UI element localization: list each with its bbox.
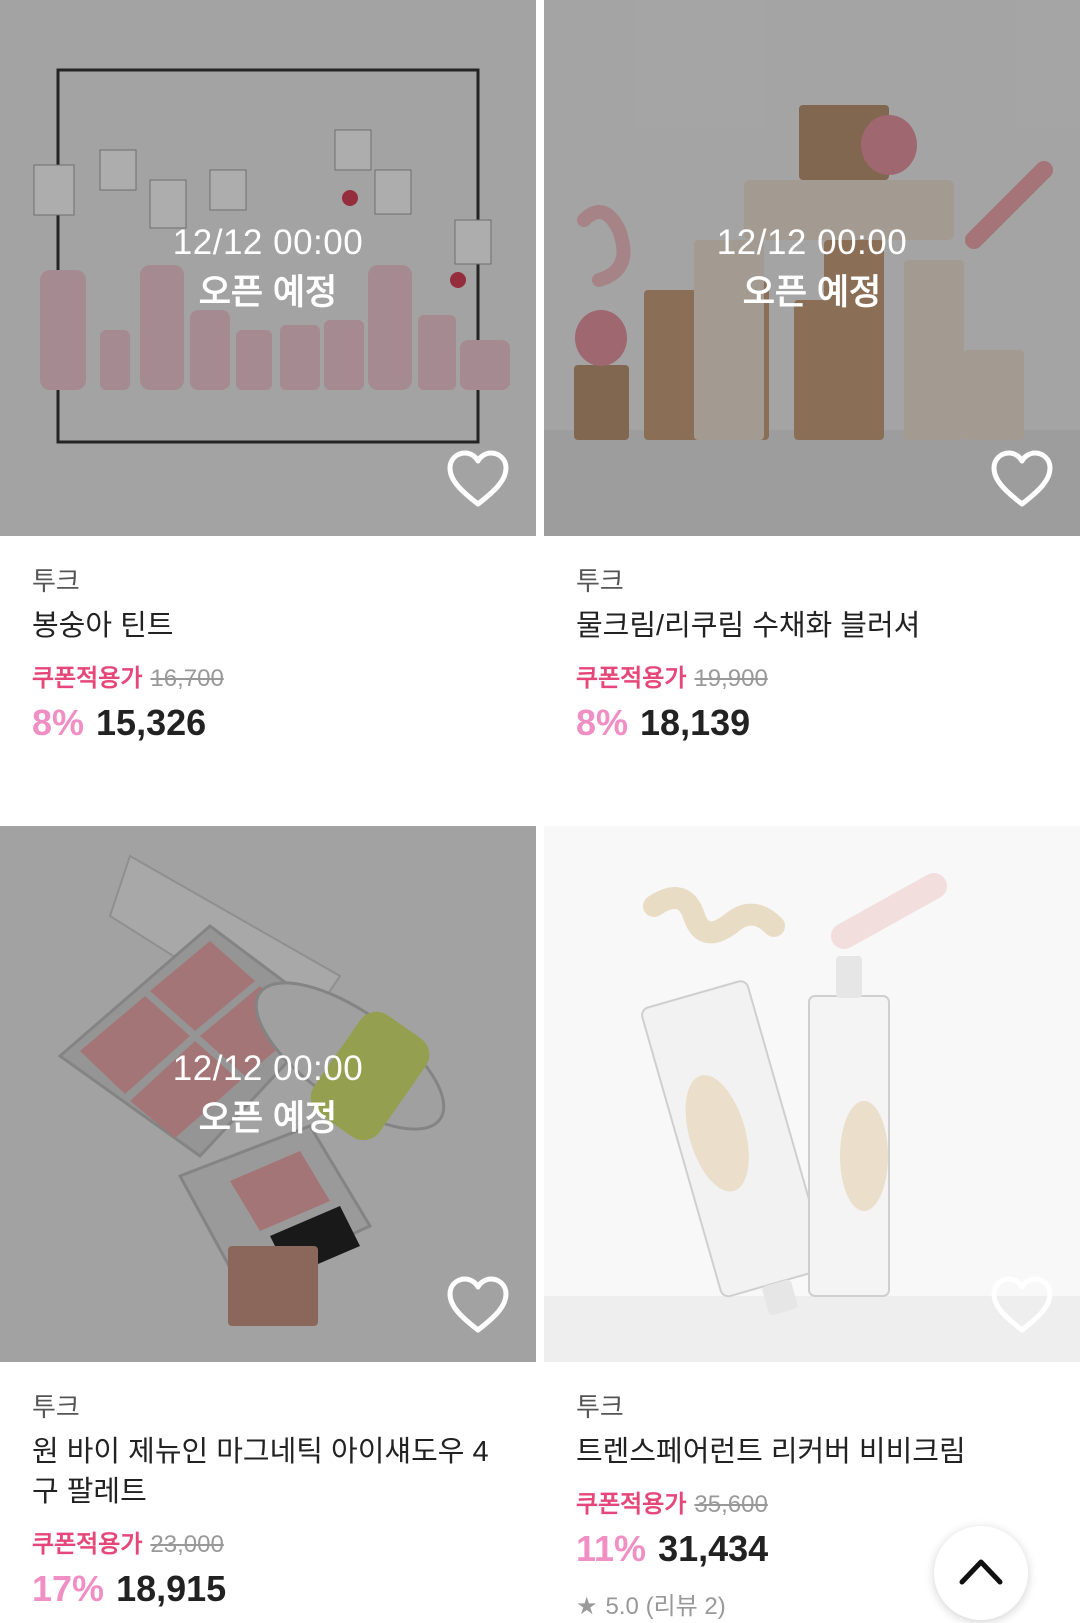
product-card[interactable]: 12/12 00:00 오픈 예정 투크 원 바이 제뉴인 마그네틱 아이섀도우… [0, 826, 536, 1612]
open-time: 12/12 00:00 [172, 223, 364, 262]
product-name[interactable]: 봉숭아 틴트 [32, 606, 502, 646]
brand-name: 투크 [32, 566, 80, 596]
discount-rate: 8% [32, 702, 85, 743]
original-price: 23,000 [150, 1531, 224, 1558]
product-card[interactable]: 12/12 00:00 오픈 예정 투크 물크림/리쿠림 수채화 블러셔 쿠폰적… [544, 0, 1080, 746]
original-price: 16,700 [150, 665, 224, 692]
original-price: 35,600 [694, 1491, 768, 1518]
review-count: (리뷰 2) [645, 1593, 726, 1620]
coupon-label: 쿠폰적용가 [576, 1491, 687, 1518]
star-icon: ★ [576, 1593, 598, 1620]
brand-name: 투크 [576, 1392, 624, 1422]
open-time: 12/12 00:00 [716, 223, 908, 262]
brand-name: 투크 [576, 566, 624, 596]
product-image[interactable]: 12/12 00:00 오픈 예정 [0, 0, 536, 536]
product-name[interactable]: 원 바이 제뉴인 마그네틱 아이섀도우 4구 팔레트 [32, 1432, 502, 1512]
open-schedule: 12/12 00:00 오픈 예정 [0, 1044, 536, 1144]
coupon-label: 쿠폰적용가 [32, 1531, 143, 1558]
discount-rate: 17% [32, 1568, 105, 1609]
discount-rate: 11% [576, 1528, 647, 1569]
coupon-label: 쿠폰적용가 [32, 665, 143, 692]
original-price: 19,900 [694, 665, 768, 692]
discount-rate: 8% [576, 702, 629, 743]
open-status: 오픈 예정 [198, 273, 338, 312]
coupon-label: 쿠폰적용가 [576, 665, 687, 692]
final-price: 18,915 [116, 1568, 227, 1609]
product-card[interactable]: 12/12 00:00 오픈 예정 투크 봉숭아 틴트 쿠폰적용가 16,700 … [0, 0, 536, 746]
scroll-top-button[interactable] [934, 1526, 1028, 1620]
open-schedule: 12/12 00:00 오픈 예정 [544, 218, 1080, 318]
final-price: 18,139 [640, 702, 751, 743]
heart-icon[interactable] [990, 450, 1054, 508]
heart-icon[interactable] [990, 1276, 1054, 1334]
product-card[interactable]: 투크 트렌스페어런트 리커버 비비크림 쿠폰적용가 35,600 11% 31,43… [544, 826, 1080, 1621]
open-status: 오픈 예정 [742, 273, 882, 312]
open-schedule: 12/12 00:00 오픈 예정 [0, 218, 536, 318]
open-status: 오픈 예정 [198, 1099, 338, 1138]
heart-icon[interactable] [446, 450, 510, 508]
product-name[interactable]: 물크림/리쿠림 수채화 블러셔 [576, 606, 1046, 646]
product-name[interactable]: 트렌스페어런트 리커버 비비크림 [576, 1432, 1046, 1472]
heart-icon[interactable] [446, 1276, 510, 1334]
product-image[interactable] [544, 826, 1080, 1362]
final-price: 31,434 [658, 1528, 769, 1569]
product-image[interactable]: 12/12 00:00 오픈 예정 [544, 0, 1080, 536]
rating-value: 5.0 [605, 1593, 639, 1620]
final-price: 15,326 [96, 702, 207, 743]
product-image[interactable]: 12/12 00:00 오픈 예정 [0, 826, 536, 1362]
chevron-up-icon [959, 1559, 1003, 1585]
brand-name: 투크 [32, 1392, 80, 1422]
open-time: 12/12 00:00 [172, 1049, 364, 1088]
